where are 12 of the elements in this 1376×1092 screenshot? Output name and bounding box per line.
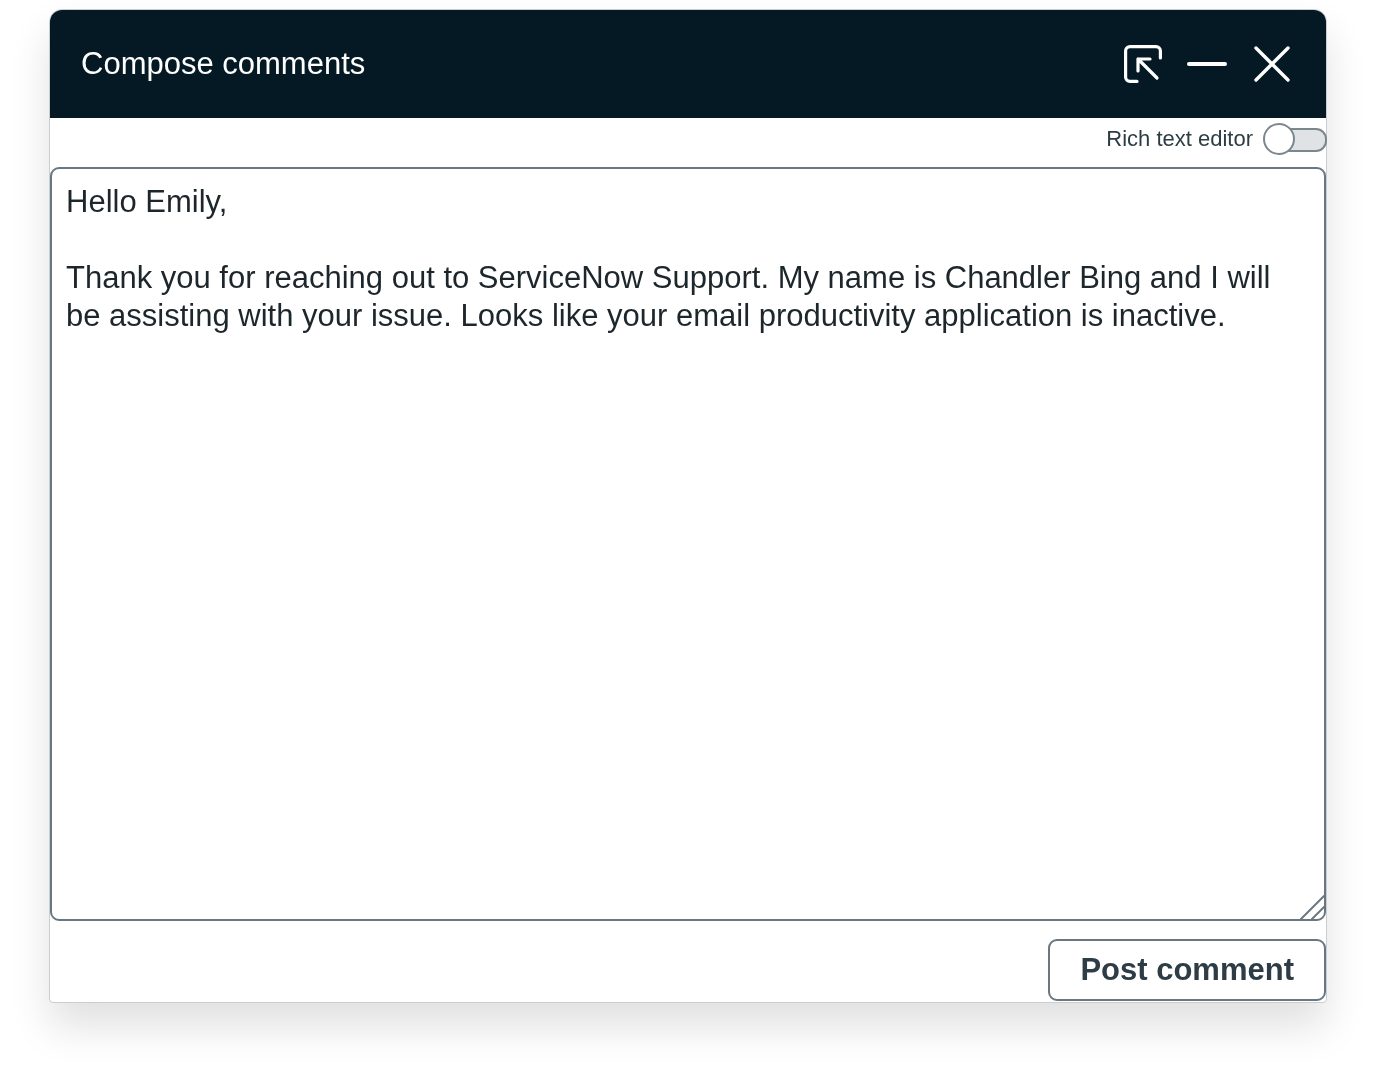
window-title: Compose comments: [81, 46, 366, 82]
pop-in-button[interactable]: [1124, 45, 1162, 83]
minimize-button[interactable]: [1187, 62, 1227, 66]
post-comment-button[interactable]: Post comment: [1048, 939, 1326, 1001]
rich-text-toggle[interactable]: [1263, 123, 1327, 155]
resize-grip-icon[interactable]: [1299, 894, 1325, 920]
toggle-label: Rich text editor: [1106, 126, 1253, 152]
minimize-icon: [1187, 62, 1227, 66]
arrow-in-box-icon: [1124, 45, 1162, 83]
close-button[interactable]: [1254, 46, 1290, 82]
comment-text-field[interactable]: Hello Emily, Thank you for reaching out to ServiceNow Support. My name is Chandler Bing and I will be assisting with your issue. Looks like your email productivity application is inactive.: [50, 167, 1326, 921]
close-icon: [1254, 46, 1290, 82]
